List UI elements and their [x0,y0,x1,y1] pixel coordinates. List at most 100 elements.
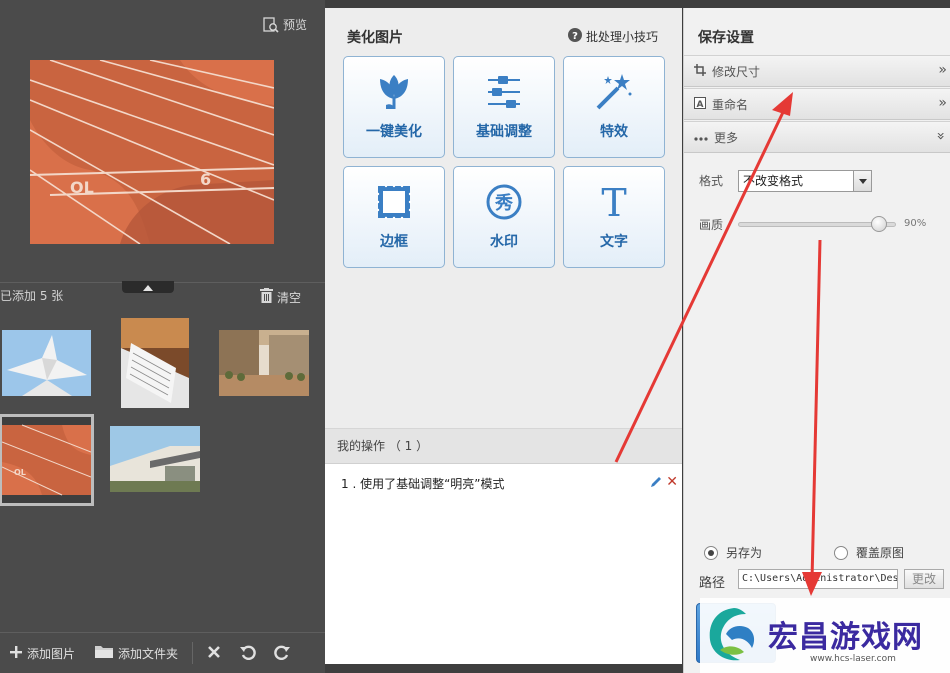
rotate-right-button[interactable] [273,644,291,663]
tool-text[interactable]: T 文字 [563,166,665,268]
help-icon: ? [567,28,582,45]
add-folder-label: 添加文件夹 [118,646,179,661]
text-icon: T [598,179,630,225]
trash-icon [260,288,273,306]
radio-save-as[interactable]: 另存为 [704,544,762,561]
radio-unselected-icon [834,545,848,560]
section-label: 重命名 [712,97,749,112]
operation-item[interactable]: 1 . 使用了基础调整“明亮”模式 [341,475,676,492]
batch-tips-label: 批处理小技巧 [585,30,658,44]
quality-value: 90% [904,218,927,229]
close-icon [207,645,221,662]
svg-text:OL: OL [70,178,94,197]
radio-selected-icon [704,545,718,560]
collapse-preview-button[interactable] [122,281,174,293]
format-select[interactable]: 不改变格式 [738,170,872,192]
path-label: 路径 [699,576,726,591]
preview-button[interactable]: 预览 [263,16,307,33]
path-input[interactable]: C:\Users\Administrator\Desktop [738,569,898,589]
thumbnail-origami[interactable] [2,330,91,396]
svg-text:6: 6 [200,170,211,189]
toolbar-separator [192,642,194,664]
operations-list: 1 . 使用了基础调整“明亮”模式 ✕ [325,464,682,664]
chevron-right-icon: » [938,95,947,111]
site-watermark: 宏昌游戏网 www.hcs-laser.com [700,598,950,673]
section-label: 更多 [714,130,739,145]
beautify-panel: 美化图片 ? 批处理小技巧 一键美化 基础调整 特效 边框 秀 水印 T 文字 … [325,8,682,664]
watermark-url: www.hcs-laser.com [810,654,896,664]
tool-effects[interactable]: 特效 [563,56,665,158]
delete-operation-icon[interactable]: ✕ [666,474,678,490]
save-settings-panel: 保存设置 修改尺寸 » A 重命名 » 更多 » 格式 不改变格式 画质 90%… [683,8,950,673]
caret-up-icon [143,280,153,294]
left-panel: 预览 OL 6 已添加 5 张 清空 OL 添加图片 添加文件夹 [0,0,325,673]
add-image-button[interactable]: 添加图片 [10,645,75,662]
panel-title: 美化图片 [347,30,403,46]
preview-image: OL 6 [30,60,274,244]
section-resize[interactable]: 修改尺寸 » [684,55,950,87]
image-count-label: 已添加 5 张 [0,289,64,303]
dropdown-arrow-icon [853,171,871,191]
sliders-icon [486,69,522,115]
format-value: 不改变格式 [743,174,804,188]
more-icon [694,130,708,144]
tool-auto-beautify[interactable]: 一键美化 [343,56,445,158]
batch-tips-link[interactable]: ? 批处理小技巧 [567,28,658,45]
delete-button[interactable] [207,645,221,662]
tulip-icon [376,69,412,115]
tool-label: 边框 [380,234,408,250]
magic-wand-icon [594,69,634,115]
preview-icon [263,16,279,33]
radio-overwrite[interactable]: 覆盖原图 [834,544,904,561]
tool-label: 一键美化 [366,124,422,140]
my-operations-header: 我的操作 （ 1 ） [325,428,682,464]
section-rename[interactable]: A 重命名 » [684,88,950,120]
svg-text:T: T [601,184,626,220]
folder-icon [95,645,114,661]
thumbnail-track[interactable]: OL [0,414,94,506]
rotate-left-icon [239,644,257,663]
radio-label: 覆盖原图 [856,546,905,560]
add-folder-button[interactable]: 添加文件夹 [95,645,178,662]
thumbnail-building[interactable] [110,426,200,492]
tool-label: 文字 [600,234,628,250]
rotate-left-button[interactable] [239,644,257,663]
tool-label: 基础调整 [476,124,532,140]
tool-frame[interactable]: 边框 [343,166,445,268]
add-image-label: 添加图片 [27,646,76,661]
radio-label: 另存为 [726,546,763,560]
thumbnail-courtyard[interactable] [219,330,309,396]
preview-label: 预览 [282,18,307,32]
rename-icon: A [694,96,706,112]
quality-slider[interactable] [738,216,896,232]
format-label: 格式 [699,174,724,188]
svg-text:A: A [697,100,704,109]
panel-title: 保存设置 [698,30,754,46]
watermark-icon: 秀 [485,179,523,225]
quality-slider-handle[interactable] [871,216,888,232]
crop-icon [694,63,706,79]
watermark-text: 宏昌游戏网 [768,620,923,655]
tool-basic-adjust[interactable]: 基础调整 [453,56,555,158]
chevron-down-icon: » [932,131,949,141]
rotate-right-icon [273,644,291,663]
operation-text: 1 . 使用了基础调整“明亮”模式 [341,477,505,491]
site-logo-icon [704,604,762,669]
tool-label: 水印 [490,234,518,250]
chevron-right-icon: » [938,62,947,78]
change-path-button[interactable]: 更改 [904,569,944,589]
pencil-icon[interactable] [650,476,662,491]
section-label: 修改尺寸 [712,64,761,79]
tool-watermark[interactable]: 秀 水印 [453,166,555,268]
quality-label: 画质 [699,218,724,232]
tool-label: 特效 [600,124,628,140]
thumbnail-book[interactable] [121,318,189,408]
svg-text:OL: OL [14,468,26,477]
section-more[interactable]: 更多 » [684,121,950,153]
frame-icon [376,179,412,225]
clear-button[interactable]: 清空 [260,288,301,306]
svg-text:秀: 秀 [494,193,513,214]
plus-icon [10,645,22,661]
left-toolbar: 添加图片 添加文件夹 [0,632,325,673]
clear-label: 清空 [277,290,302,305]
